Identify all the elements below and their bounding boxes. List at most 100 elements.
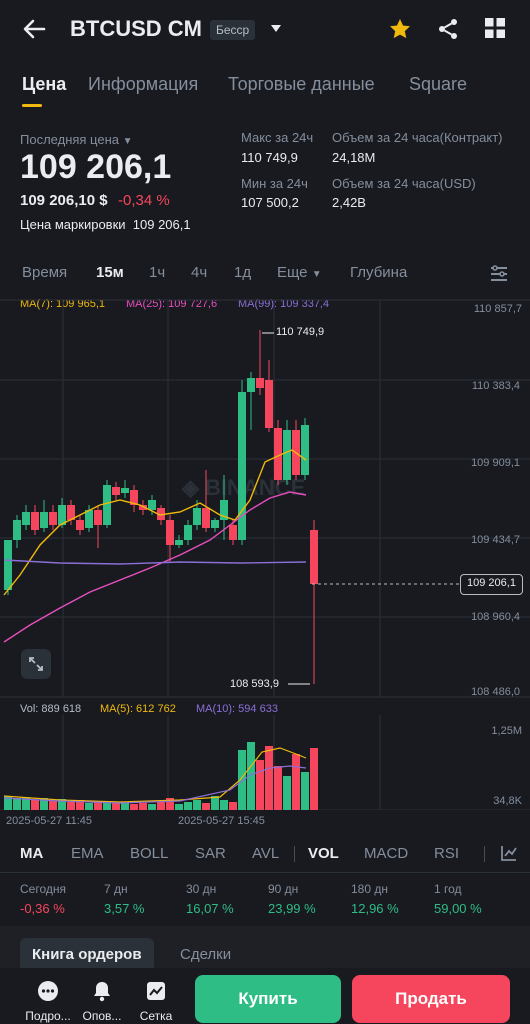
nav-grid[interactable]: Сетка <box>134 980 178 1023</box>
candle <box>301 425 309 475</box>
star-icon[interactable] <box>388 17 412 41</box>
tab-square[interactable]: Square <box>409 74 467 95</box>
price-axis-label: 110 383,4 <box>471 380 520 392</box>
fullscreen-button[interactable] <box>21 649 51 679</box>
tf-1h[interactable]: 1ч <box>149 264 165 281</box>
volume-bar <box>130 804 138 810</box>
indicator-macd[interactable]: MACD <box>364 845 408 862</box>
volume-bar <box>184 802 192 810</box>
candle <box>202 508 210 528</box>
volume-bar <box>175 804 183 810</box>
perf-label: 180 дн <box>351 882 388 896</box>
price-axis-label: 108 960,4 <box>471 611 520 623</box>
bell-icon <box>94 982 110 1002</box>
perf-label: 90 дн <box>268 882 299 896</box>
perf-label: 7 дн <box>104 882 128 896</box>
indicator-ema[interactable]: EMA <box>71 845 104 862</box>
indicator-sar[interactable]: SAR <box>195 845 226 862</box>
chart-settings-icon[interactable] <box>489 265 509 283</box>
nav-alerts[interactable]: Опов... <box>78 980 126 1023</box>
perf-label: 1 год <box>434 882 462 896</box>
time-axis-label: 2025-05-27 15:45 <box>178 815 265 827</box>
candlestick-chart[interactable]: ◈ BINANCE <box>0 290 530 700</box>
tab-order-book[interactable]: Книга ордеров <box>20 938 154 971</box>
price-change: -0,34 % <box>118 192 170 209</box>
tf-4h[interactable]: 4ч <box>191 264 207 281</box>
vol-contract-value: 24,18M <box>332 150 376 165</box>
sell-button[interactable]: Продать <box>352 975 510 1023</box>
back-arrow-icon[interactable] <box>22 18 46 40</box>
tab-trading-data[interactable]: Торговые данные <box>228 74 375 95</box>
indicator-rsi[interactable]: RSI <box>434 845 459 862</box>
main-tabs: Цена Информация Торговые данные Square <box>0 74 530 107</box>
candle <box>22 512 30 525</box>
indicator-avl[interactable]: AVL <box>252 845 279 862</box>
vol-usd-label: Объем за 24 часа(USD) <box>332 176 476 191</box>
indicator-settings-icon[interactable] <box>500 844 518 862</box>
low-24h-value: 107 500,2 <box>241 195 299 210</box>
perf-value: 59,00 % <box>434 901 482 916</box>
more-dots-icon <box>38 981 58 1001</box>
volume-bar <box>301 772 309 810</box>
tab-info[interactable]: Информация <box>88 74 198 95</box>
nav-details[interactable]: Подро... <box>20 980 76 1023</box>
low-24h-label: Мин за 24ч <box>241 176 308 191</box>
tab-price[interactable]: Цена <box>22 74 66 95</box>
volume-bar <box>67 802 75 810</box>
tf-1d[interactable]: 1д <box>234 264 251 281</box>
grid-bot-icon <box>147 982 165 1000</box>
volume-bar <box>229 802 237 810</box>
indicator-ma[interactable]: MA <box>20 845 43 862</box>
candle <box>76 520 84 530</box>
perf-value: -0,36 % <box>20 901 65 916</box>
expand-icon <box>29 657 43 671</box>
tf-time[interactable]: Время <box>22 264 67 281</box>
candle <box>256 378 264 388</box>
active-tab-indicator <box>22 104 42 107</box>
nav-label: Сетка <box>139 1009 173 1023</box>
perf-value: 12,96 % <box>351 901 399 916</box>
candle <box>184 525 192 540</box>
perf-value: 23,99 % <box>268 901 316 916</box>
perf-value: 3,57 % <box>104 901 145 916</box>
share-icon[interactable] <box>436 17 460 41</box>
volume-bar <box>85 803 93 810</box>
buy-button[interactable]: Купить <box>195 975 341 1023</box>
volume-bar <box>139 803 147 810</box>
nav-label: Опов... <box>82 1009 122 1023</box>
top-bar: BTCUSD CM Бесср <box>0 0 530 60</box>
volume-bar <box>157 802 165 810</box>
caret-down-icon[interactable] <box>270 24 282 34</box>
tf-more[interactable]: Еще ▼ <box>277 264 322 281</box>
current-price-tag[interactable]: 109 206,1 <box>460 574 523 595</box>
volume-bar <box>148 804 156 810</box>
tf-depth[interactable]: Глубина <box>350 264 407 281</box>
price-axis-label: 109 434,7 <box>471 534 520 546</box>
candle <box>247 378 255 392</box>
indicator-boll[interactable]: BOLL <box>130 845 168 862</box>
candle <box>283 430 291 480</box>
indicator-divider <box>294 846 295 862</box>
price-axis-label: 110 857,7 <box>473 303 522 315</box>
tab-trades[interactable]: Сделки <box>180 946 231 963</box>
volume-bar <box>193 800 201 810</box>
price-axis-label: 108 486,0 <box>471 686 520 698</box>
vol-usd-value: 2,42B <box>332 195 366 210</box>
volume-bar <box>49 801 57 810</box>
nav-label: Подро... <box>25 1009 71 1023</box>
volume-bar <box>265 746 273 810</box>
volume-bar <box>283 776 291 810</box>
candle <box>112 487 120 495</box>
indicator-vol[interactable]: VOL <box>308 845 339 862</box>
grid-menu-icon[interactable] <box>484 17 506 39</box>
volume-bar <box>256 760 264 810</box>
symbol-title[interactable]: BTCUSD CM <box>70 16 202 42</box>
last-price-label[interactable]: Последняя цена ▼ <box>20 132 133 147</box>
volume-bar <box>310 748 318 810</box>
tf-15m[interactable]: 15м <box>96 264 124 281</box>
mark-price-row: Цена маркировки 109 206,1 <box>20 217 191 232</box>
perf-label: 30 дн <box>186 882 217 896</box>
candle <box>94 510 102 525</box>
volume-chart[interactable] <box>0 700 530 810</box>
candle <box>31 512 39 530</box>
